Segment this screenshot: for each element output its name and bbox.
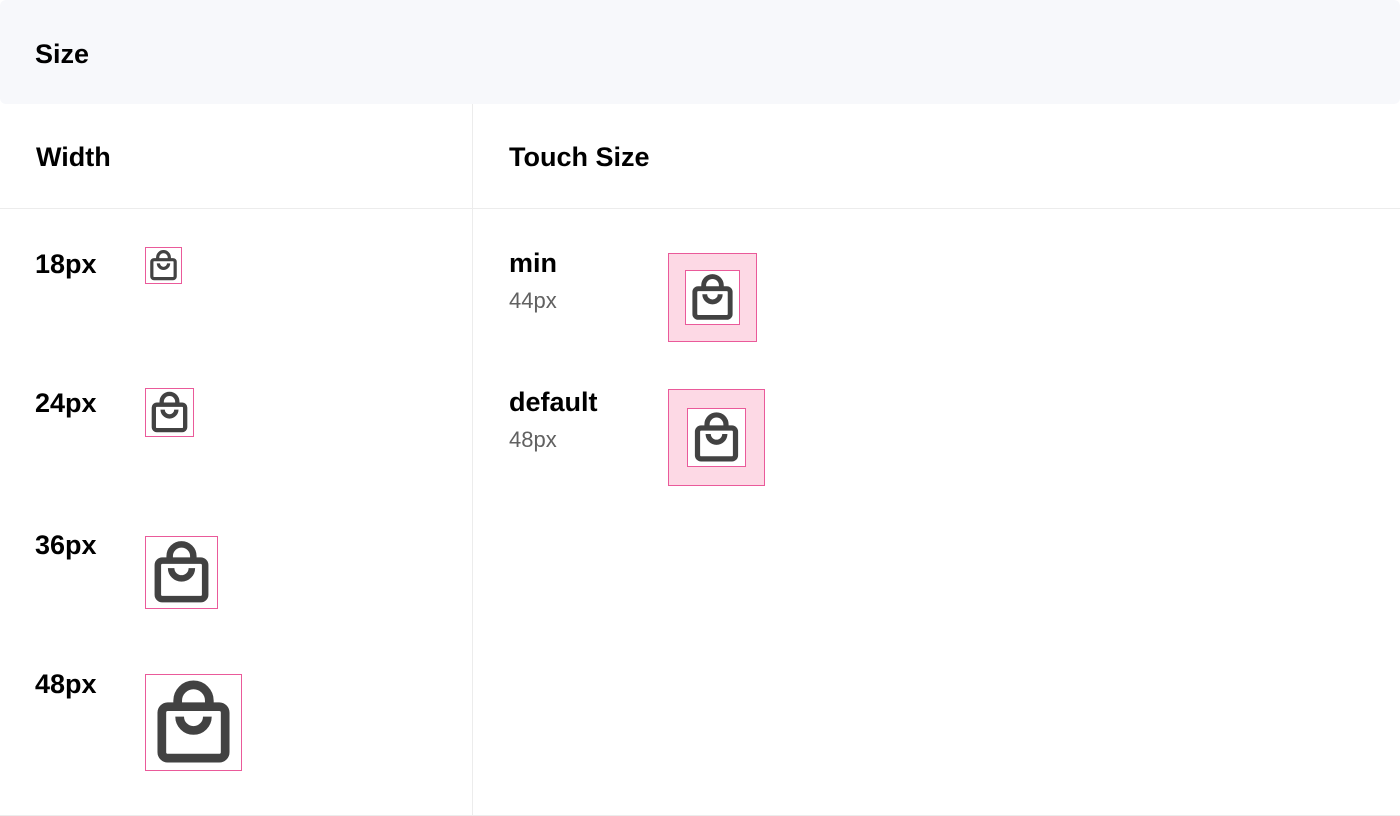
width-label-36: 36px (35, 530, 97, 560)
width-label-24: 24px (35, 388, 97, 418)
icon-frame-touch-min (685, 270, 740, 325)
shopping-bag-icon (150, 250, 177, 281)
shopping-bag-icon (151, 391, 188, 433)
touch-size-value-default: 48px (509, 427, 557, 452)
shopping-bag-icon (694, 412, 739, 462)
touch-size-name-min: min (509, 248, 558, 278)
icon-frame-touch-default (687, 408, 746, 467)
width-label-48: 48px (35, 669, 97, 699)
size-spec-page: Size Width Touch Size 18px 24px 36px 48p… (0, 0, 1400, 816)
icon-frame-36 (145, 536, 218, 609)
touch-size-value-min: 44px (509, 288, 557, 313)
touch-size-name-default: default (509, 387, 598, 417)
column-divider (472, 104, 473, 816)
section-header: Size (0, 0, 1400, 104)
shopping-bag-icon (154, 541, 209, 603)
shopping-bag-icon (157, 680, 230, 763)
section-title: Size (35, 39, 90, 69)
shopping-bag-icon (692, 274, 733, 320)
touch-size-column-title: Touch Size (509, 142, 650, 172)
width-column-title: Width (36, 142, 111, 172)
width-label-18: 18px (35, 249, 97, 279)
icon-frame-18 (145, 247, 182, 284)
header-row-divider (0, 208, 1400, 209)
icon-frame-48 (145, 674, 242, 771)
icon-frame-24 (145, 388, 194, 437)
